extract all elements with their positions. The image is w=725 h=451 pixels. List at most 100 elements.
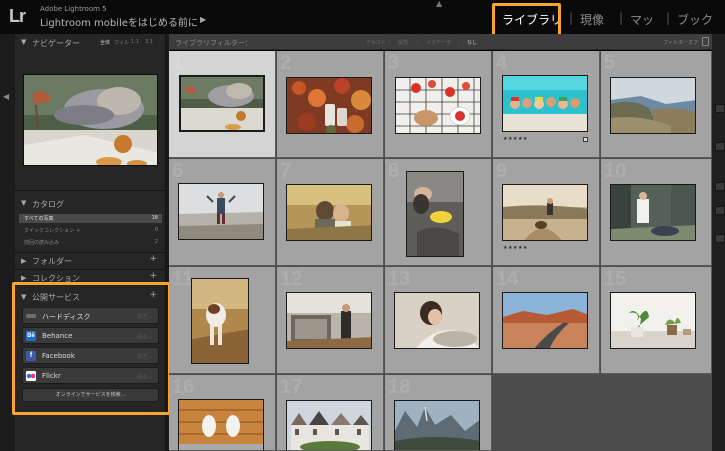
filter-separator: | (389, 39, 391, 45)
grid-cell[interactable]: 1 (169, 51, 276, 158)
grid-cell[interactable]: 10 (601, 159, 712, 266)
grid-cell[interactable]: 3 (385, 51, 492, 158)
navigator-preview-image (24, 75, 157, 165)
photo-thumbnail[interactable] (286, 292, 372, 349)
zoom-fit[interactable]: 全体 (100, 39, 110, 46)
photo-thumbnail[interactable] (179, 75, 265, 132)
catalog-title[interactable]: カタログ (32, 199, 64, 210)
navigator-header[interactable]: ▼ ナビゲーター 全体 フィル 1:1 3:1 (15, 34, 166, 50)
grid-cell[interactable]: 12 (277, 267, 384, 374)
photo-thumbnail[interactable] (286, 400, 372, 450)
triangle-down-icon[interactable]: ▼ (21, 199, 26, 207)
photo-thumbnail[interactable] (406, 171, 464, 257)
panel-divider (15, 190, 166, 191)
grid-cell[interactable]: 11 (169, 267, 276, 374)
lock-icon[interactable] (702, 37, 709, 46)
catalog-all-photos[interactable]: すべての写真 18 (19, 214, 162, 223)
filter-metadata[interactable]: メタデータ (426, 39, 451, 46)
photo-thumbnail[interactable] (610, 184, 696, 241)
navigator-title: ナビゲーター (32, 39, 80, 48)
panel-divider (15, 252, 166, 253)
photo-thumbnail[interactable] (286, 184, 372, 241)
grid-cell[interactable]: 17 (277, 375, 384, 451)
cell-index: 11 (172, 268, 194, 290)
zoom-3-1[interactable]: 3:1 (145, 39, 153, 45)
grid-cell[interactable]: 2 (277, 51, 384, 158)
grid-cell[interactable]: 8 (385, 159, 492, 266)
grid-cell[interactable]: 9 ★★★★★ (493, 159, 600, 266)
filter-attribute[interactable]: 属性 (398, 39, 408, 46)
navigator-preview[interactable] (23, 74, 158, 166)
triangle-down-icon[interactable]: ▼ (21, 38, 26, 46)
top-panel-toggle-icon[interactable]: ▲ (436, 0, 442, 8)
catalog-item-label: クイックコレクション ＋ (24, 228, 81, 234)
module-develop[interactable]: 現像 (580, 11, 604, 28)
cell-index: 17 (280, 376, 303, 398)
filter-separator: | (417, 39, 419, 45)
cell-index: 9 (496, 160, 508, 182)
zoom-fill[interactable]: フィル (114, 39, 129, 46)
right-panel-edge[interactable] (712, 34, 725, 451)
cell-index: 14 (496, 268, 519, 290)
photo-thumbnail[interactable] (610, 77, 696, 134)
photo-thumbnail[interactable] (502, 292, 588, 349)
metadata-badge-icon[interactable] (583, 137, 588, 142)
panel-edge-control[interactable] (715, 234, 725, 243)
cell-index: 7 (280, 160, 292, 182)
module-map[interactable]: マッ (630, 11, 654, 28)
photo-thumbnail[interactable] (610, 292, 696, 349)
cell-index: 15 (604, 268, 627, 290)
add-folder-icon[interactable]: + (149, 254, 157, 264)
photo-thumbnail[interactable] (395, 77, 481, 134)
photo-thumbnail[interactable] (178, 183, 264, 240)
photo-thumbnail[interactable] (502, 184, 588, 241)
photo-grid: 1 2 3 4 ★★★★★ 5 6 7 8 9 ★★★★★ 10 11 12 1… (169, 51, 712, 451)
panel-edge-control[interactable] (715, 206, 725, 215)
photo-thumbnail[interactable] (502, 75, 588, 132)
filter-bar-title: ライブラリフィルター： (175, 39, 252, 47)
panel-edge-control[interactable] (715, 142, 725, 151)
catalog-item-label: すべての写真 (24, 216, 54, 222)
cell-index: 1 (172, 52, 184, 74)
photo-thumbnail[interactable] (191, 278, 249, 364)
histogram-edge[interactable] (715, 104, 725, 113)
photo-thumbnail[interactable] (394, 292, 480, 349)
grid-cell[interactable]: 18 (385, 375, 492, 451)
panel-divider (15, 269, 166, 270)
collapse-left-icon[interactable]: ◀ (3, 92, 9, 101)
grid-cell[interactable]: 13 (385, 267, 492, 374)
grid-cell[interactable]: 7 (277, 159, 384, 266)
cell-index: 13 (388, 268, 411, 290)
cell-index: 12 (280, 268, 303, 290)
add-collection-icon[interactable]: + (149, 271, 157, 281)
grid-cell[interactable]: 15 (601, 267, 712, 374)
grid-cell[interactable]: 14 (493, 267, 600, 374)
triangle-right-icon[interactable]: ▶ (21, 257, 26, 265)
cell-index: 5 (604, 52, 616, 74)
catalog-quick-collection[interactable]: クイックコレクション ＋ 0 (19, 226, 162, 235)
app-name: Adobe Lightroom 5 (40, 5, 107, 13)
folders-title[interactable]: フォルダー (32, 256, 72, 267)
photo-thumbnail[interactable] (286, 77, 372, 134)
rating-stars[interactable]: ★★★★★ (503, 136, 528, 142)
grid-cell[interactable]: 5 (601, 51, 712, 158)
grid-cell[interactable]: 6 (169, 159, 276, 266)
filter-presets[interactable]: フィルターオフ (663, 39, 698, 46)
triangle-right-icon[interactable]: ▶ (21, 274, 26, 282)
module-book[interactable]: ブック (677, 11, 713, 28)
filter-text[interactable]: テキスト (366, 39, 386, 46)
panel-edge-control[interactable] (715, 182, 725, 191)
rating-stars[interactable]: ★★★★★ (503, 245, 528, 251)
grid-cell[interactable]: 16 (169, 375, 276, 451)
catalog-previous-import[interactable]: 前回の読み込み 2 (19, 238, 162, 247)
publish-services-highlight (12, 282, 171, 415)
photo-thumbnail[interactable] (394, 400, 480, 450)
play-arrow-icon[interactable]: ▶ (200, 15, 206, 24)
photo-thumbnail[interactable] (178, 399, 264, 450)
cell-index: 8 (388, 160, 400, 182)
filter-none[interactable]: なし (467, 39, 477, 46)
grid-cell[interactable]: 4 ★★★★★ (493, 51, 600, 158)
zoom-1-1[interactable]: 1:1 (131, 39, 139, 45)
mobile-intro-link[interactable]: Lightroom mobileをはじめる前に (40, 14, 198, 29)
identity-plate: Lr Adobe Lightroom 5 Lightroom mobileをはじ… (0, 0, 725, 37)
